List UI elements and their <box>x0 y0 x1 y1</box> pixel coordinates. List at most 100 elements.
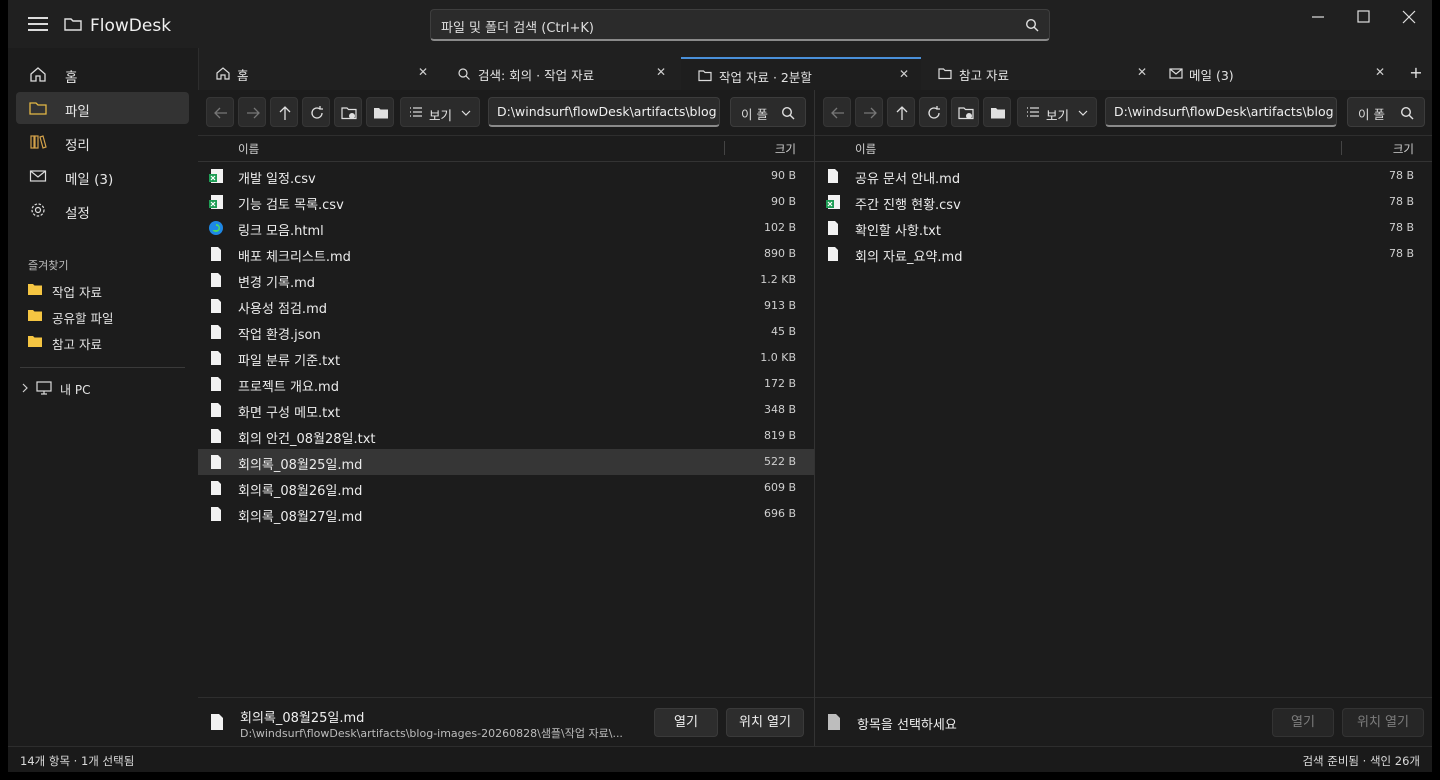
path-input[interactable]: D:\windsurf\flowDesk\artifacts\blog <box>488 97 720 127</box>
favorite-item-work[interactable]: 작업 자료 <box>20 278 190 302</box>
close-icon[interactable]: ✕ <box>418 65 428 79</box>
sidebar-item-files[interactable]: 파일 <box>16 92 189 124</box>
file-row[interactable]: 회의록_08월26일.md 609 B <box>198 475 814 501</box>
file-row[interactable]: 화면 구성 메모.txt 348 B <box>198 397 814 423</box>
file-row[interactable]: 회의록_08월25일.md 522 B <box>198 449 814 475</box>
new-tab-button[interactable]: + <box>1408 63 1424 82</box>
column-divider[interactable] <box>1341 141 1342 155</box>
file-row[interactable]: 변경 기록.md 1.2 KB <box>198 267 814 293</box>
file-name: 배포 체크리스트.md <box>238 250 351 265</box>
search-input[interactable]: 파일 및 폴더 검색 (Ctrl+K) <box>430 9 1050 41</box>
sidebar-item-home[interactable]: 홈 <box>16 58 189 90</box>
close-icon[interactable]: ✕ <box>1137 65 1147 79</box>
file-row[interactable]: 개발 일정.csv 90 B <box>198 163 814 189</box>
file-list: 개발 일정.csv 90 B 기능 검토 목록.csv 90 B 링크 모음.html 1… <box>198 163 814 527</box>
refresh-button[interactable] <box>919 97 947 127</box>
file-icon <box>211 299 221 313</box>
column-size-header[interactable]: 크기 <box>1393 141 1414 157</box>
forward-button[interactable] <box>238 97 266 127</box>
back-button[interactable] <box>206 97 234 127</box>
column-header: 이름 크기 <box>198 136 814 162</box>
open-location-button[interactable]: 위치 열기 <box>1342 708 1424 737</box>
file-icon <box>211 403 221 417</box>
new-folder-button[interactable] <box>951 97 979 127</box>
sidebar-item-settings[interactable]: 설정 <box>16 194 189 226</box>
tab-reference[interactable]: 참고 자료 ✕ <box>921 57 1159 90</box>
column-name-header[interactable]: 이름 <box>855 141 876 157</box>
new-folder-button[interactable] <box>334 97 362 127</box>
menu-icon[interactable] <box>26 14 50 36</box>
file-row[interactable]: 파일 분류 기준.txt 1.0 KB <box>198 345 814 371</box>
file-name: 개발 일정.csv <box>238 172 316 187</box>
close-icon[interactable]: ✕ <box>1375 65 1385 79</box>
tree-item-my-pc[interactable]: 내 PC <box>20 377 190 401</box>
back-button[interactable] <box>823 97 851 127</box>
chevron-down-icon <box>461 110 471 116</box>
tab-label: 작업 자료 · 2분할 <box>719 70 812 85</box>
sidebar-item-mail[interactable]: 메일 (3) <box>16 160 189 192</box>
tree-item-label: 내 PC <box>60 383 91 397</box>
file-row[interactable]: 작업 환경.json 45 B <box>198 319 814 345</box>
chevron-right-icon[interactable] <box>21 383 29 393</box>
column-divider[interactable] <box>724 141 725 155</box>
column-name-header[interactable]: 이름 <box>238 141 259 157</box>
folder-search-input[interactable]: 이 폴 <box>1347 97 1425 127</box>
file-row[interactable]: 사용성 점검.md 913 B <box>198 293 814 319</box>
folder-icon <box>28 284 42 295</box>
minimize-icon[interactable] <box>1306 6 1330 28</box>
tab-label: 메일 (3) <box>1189 68 1234 83</box>
file-row[interactable]: 회의 안건_08월28일.txt 819 B <box>198 423 814 449</box>
file-size: 78 B <box>1388 169 1414 182</box>
tab-work-split[interactable]: 작업 자료 · 2분할 ✕ <box>681 57 921 90</box>
file-name: 변경 기록.md <box>238 276 316 291</box>
up-button[interactable] <box>887 97 915 127</box>
path-text: D:\windsurf\flowDesk\artifacts\blog <box>1114 104 1334 119</box>
tab-mail[interactable]: 메일 (3) ✕ <box>1159 57 1397 90</box>
column-size-header[interactable]: 크기 <box>775 141 796 157</box>
open-button[interactable]: 열기 <box>654 708 718 737</box>
forward-button[interactable] <box>855 97 883 127</box>
pane-toolbar: 보기 D:\windsurf\flowDesk\artifacts\blog 이… <box>198 90 814 136</box>
close-icon[interactable]: ✕ <box>899 67 909 81</box>
refresh-button[interactable] <box>302 97 330 127</box>
file-row[interactable]: 프로젝트 개요.md 172 B <box>198 371 814 397</box>
path-input[interactable]: D:\windsurf\flowDesk\artifacts\blog <box>1105 97 1337 127</box>
file-size: 78 B <box>1388 195 1414 208</box>
file-row[interactable]: 주간 진행 현황.csv 78 B <box>815 189 1432 215</box>
tab-label: 홈 <box>237 68 249 83</box>
file-row[interactable]: 회의 자료_요약.md 78 B <box>815 241 1432 267</box>
open-button[interactable]: 열기 <box>1272 708 1334 737</box>
file-row[interactable]: 공유 문서 안내.md 78 B <box>815 163 1432 189</box>
sidebar-item-label: 정리 <box>65 138 90 154</box>
file-row[interactable]: 기능 검토 목록.csv 90 B <box>198 189 814 215</box>
maximize-icon[interactable] <box>1351 6 1375 28</box>
folder-search-text: 이 폴 <box>741 107 768 122</box>
tab-search[interactable]: 검색: 회의 · 작업 자료 ✕ <box>440 57 678 90</box>
new-folder-icon <box>958 107 974 120</box>
home-icon <box>216 67 230 80</box>
sidebar-divider <box>20 367 185 368</box>
open-location-button[interactable]: 위치 열기 <box>726 708 804 737</box>
file-list: 공유 문서 안내.md 78 B 주간 진행 현황.csv 78 B 확인할 사항.tx… <box>815 163 1432 267</box>
open-folder-button[interactable] <box>366 97 394 127</box>
favorite-item-reference[interactable]: 참고 자료 <box>20 330 190 354</box>
view-dropdown[interactable]: 보기 <box>1017 97 1097 127</box>
folder-search-input[interactable]: 이 폴 <box>730 97 806 127</box>
up-button[interactable] <box>270 97 298 127</box>
refresh-icon <box>928 106 940 119</box>
close-icon[interactable]: ✕ <box>656 65 666 79</box>
close-icon[interactable] <box>1397 6 1421 28</box>
file-row[interactable]: 확인할 사항.txt 78 B <box>815 215 1432 241</box>
file-icon <box>211 481 221 495</box>
favorite-item-share[interactable]: 공유할 파일 <box>20 304 190 328</box>
browser-icon <box>209 221 223 235</box>
tab-home[interactable]: 홈 ✕ <box>199 57 440 90</box>
sidebar-item-label: 메일 (3) <box>65 172 114 188</box>
file-name: 공유 문서 안내.md <box>855 172 961 187</box>
file-row[interactable]: 링크 모음.html 102 B <box>198 215 814 241</box>
file-row[interactable]: 회의록_08월27일.md 696 B <box>198 501 814 527</box>
sidebar-item-organize[interactable]: 정리 <box>16 126 189 158</box>
open-folder-button[interactable] <box>983 97 1011 127</box>
view-dropdown[interactable]: 보기 <box>400 97 480 127</box>
file-row[interactable]: 배포 체크리스트.md 890 B <box>198 241 814 267</box>
